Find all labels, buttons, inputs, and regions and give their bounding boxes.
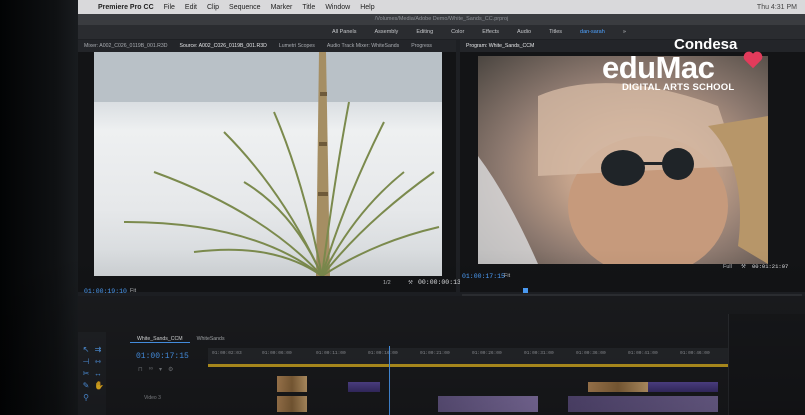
timeline-tabs: White_Sands_CCM WhiteSands [130,334,232,344]
ruler-tick-6: 01:00:31:00 [524,351,554,356]
timeline-panel: ↖ ⇉ ⊣ ⇿ ✂ ↔ ✎ ✋ ⚲ White_Sands_CCM WhiteS… [78,296,805,415]
project-path: /Volumes/Media/Adobe Demo/White_Sands_CC… [78,14,805,25]
workspace-custom[interactable]: dan-sarah [571,29,614,35]
ruler-tick-2: 01:00:11:00 [316,351,346,356]
add-marker-icon[interactable]: ▾ [159,366,162,373]
timeline-clip[interactable] [648,382,718,392]
tools-panel: ↖ ⇉ ⊣ ⇿ ✂ ↔ ✎ ✋ ⚲ [78,332,106,415]
photo-stage: Premiere Pro CC File Edit Clip Sequence … [0,0,805,415]
wrench-icon[interactable]: ⚒ [408,280,413,286]
timeline-clip[interactable] [568,396,718,412]
zoom-tool-icon[interactable]: ⚲ [82,394,90,402]
menu-app-name[interactable]: Premiere Pro CC [93,4,159,11]
track-label-video-3: Video 3 [144,395,161,401]
ruler-tick-8: 01:00:41:00 [628,351,658,356]
source-monitor: 01:00:19:10 Fit 1/2 ⚒ 00:00:00:13 [78,52,461,295]
tab-mixer[interactable]: Mixer: A002_C026_0119B_001.R3D [78,43,174,49]
tab-sequence-white-sands-ccm[interactable]: White_Sands_CCM [130,336,190,343]
workspace-all-panels[interactable]: All Panels [323,29,365,35]
timeline-clip[interactable] [277,376,307,392]
yucca-plant-image [94,52,442,276]
menu-title[interactable]: Title [297,4,320,11]
menu-marker[interactable]: Marker [266,4,298,11]
workspace-editing[interactable]: Editing [407,29,442,35]
tab-program[interactable]: Program: White_Sands_CCM [460,43,540,49]
workspace-titles[interactable]: Titles [540,29,571,35]
workspace-effects[interactable]: Effects [473,29,508,35]
ruler-tick-4: 01:00:21:00 [420,351,450,356]
source-fit-select[interactable]: Fit [130,288,136,294]
source-panel-tabs: Mixer: A002_C026_0119B_001.R3D Source: A… [78,40,456,52]
workspace-color[interactable]: Color [442,29,473,35]
menu-bar: Premiere Pro CC File Edit Clip Sequence … [78,0,805,14]
timeline-playhead[interactable] [389,346,390,415]
tab-source[interactable]: Source: A002_C026_0119B_001.R3D [174,43,273,49]
ruler-tick-9: 01:00:46:00 [680,351,710,356]
menu-sequence[interactable]: Sequence [224,4,266,11]
razor-tool-icon[interactable]: ✂ [82,370,90,378]
timeline-clip[interactable] [277,396,307,412]
snap-icon[interactable]: ⊓ [138,366,143,373]
ruler-tick-3: 01:00:16:00 [368,351,398,356]
selection-tool-icon[interactable]: ↖ [82,346,90,354]
program-fit-select[interactable]: Fit [504,273,510,279]
tab-progress[interactable]: Progress [405,43,438,49]
workspace-assembly[interactable]: Assembly [365,29,407,35]
rolling-edit-tool-icon[interactable]: ⇿ [94,358,102,366]
logo-line-school: DIGITAL ARTS SCHOOL [622,82,735,93]
heart-icon [743,51,763,69]
pen-tool-icon[interactable]: ✎ [82,382,90,390]
timeline-toggle-icons: ⊓ ∞ ▾ ⚙ [138,366,173,373]
tab-lumetri[interactable]: Lumetri Scopes [273,43,321,49]
workspace-audio[interactable]: Audio [508,29,540,35]
slip-tool-icon[interactable]: ↔ [94,370,102,378]
menu-clock: Thu 4:31 PM [756,3,797,11]
menu-file[interactable]: File [159,4,180,11]
ruler-tick-0: 01:00:02:03 [212,351,242,356]
source-timecode-duration: 00:00:00:13 [418,279,461,286]
linked-selection-icon[interactable]: ∞ [149,366,153,373]
program-timecode-duration: 00:01:21:07 [752,263,789,270]
timeline-timecode[interactable]: 01:00:17:15 [136,352,189,361]
menu-edit[interactable]: Edit [180,4,202,11]
menu-help[interactable]: Help [355,4,379,11]
hand-tool-icon[interactable]: ✋ [94,382,104,390]
program-resolution-select[interactable]: Full [723,264,732,270]
tab-audio-track-mixer[interactable]: Audio Track Mixer: WhiteSands [321,43,405,49]
work-area-bar[interactable] [208,364,728,367]
menu-window[interactable]: Window [320,4,355,11]
edumac-logo: Condesa eduMac DIGITAL ARTS SCHOOL [600,36,800,96]
video-track-3 [208,376,728,392]
timeline-clip[interactable] [588,382,648,392]
logo-line-edumac: eduMac [602,50,715,85]
menu-clip[interactable]: Clip [202,4,224,11]
ruler-tick-5: 01:00:26:00 [472,351,502,356]
timeline-settings-icon[interactable]: ⚙ [168,366,173,373]
ripple-edit-tool-icon[interactable]: ⊣ [82,358,90,366]
program-timecode[interactable]: 01:00:17:15 [462,273,505,280]
ruler-tick-7: 01:00:36:00 [576,351,606,356]
workspace-overflow-icon[interactable]: » [614,29,635,35]
source-timecode-in[interactable]: 01:00:19:10 [84,288,127,295]
program-playhead[interactable] [523,288,529,293]
timeline-clip[interactable] [348,382,380,392]
tab-sequence-whitesands[interactable]: WhiteSands [190,336,232,342]
timeline-ruler[interactable]: 01:00:02:03 01:00:06:00 01:00:11:00 01:0… [208,348,728,364]
timeline-clip[interactable] [438,396,538,412]
ruler-tick-1: 01:00:06:00 [262,351,292,356]
monitor-bezel [0,0,80,415]
track-select-tool-icon[interactable]: ⇉ [94,346,102,354]
video-track-2 [208,396,728,412]
source-resolution-select[interactable]: 1/2 [383,280,391,286]
source-video-frame[interactable] [94,52,442,276]
audio-meter-panel [728,314,805,415]
program-wrench-icon[interactable]: ⚒ [741,264,746,270]
